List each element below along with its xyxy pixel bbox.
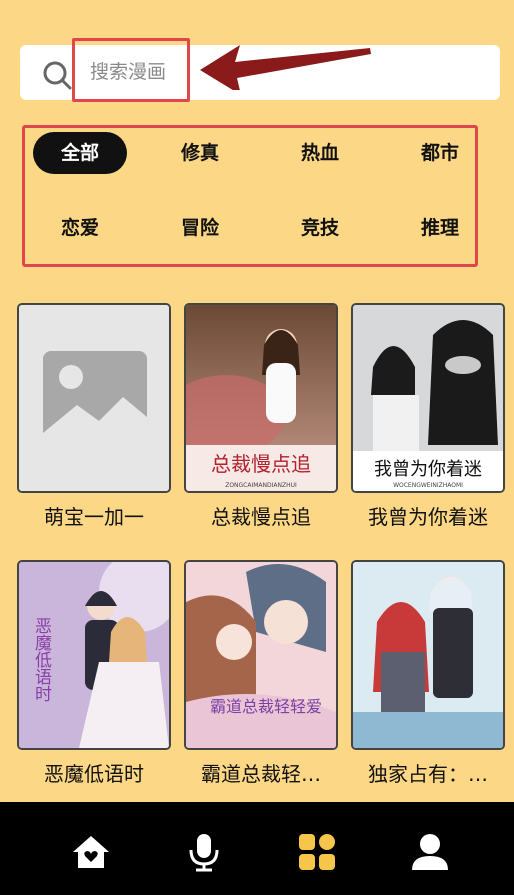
category-dushi[interactable]: 都市 bbox=[393, 132, 487, 174]
svg-text:我曾为你着迷: 我曾为你着迷 bbox=[374, 459, 482, 480]
category-rexue[interactable]: 热血 bbox=[273, 132, 367, 174]
svg-text:WOCENGWEINIZHAOMI: WOCENGWEINIZHAOMI bbox=[393, 482, 463, 489]
comic-cover[interactable]: 恶魔低语时 bbox=[17, 560, 171, 750]
comic-card[interactable]: 恶魔低语时 恶魔低语时 bbox=[17, 560, 171, 787]
category-tuili[interactable]: 推理 bbox=[393, 207, 487, 249]
svg-text:总裁慢点追: 总裁慢点追 bbox=[211, 452, 311, 476]
comic-card[interactable]: 萌宝一加一 bbox=[17, 303, 171, 530]
comic-title[interactable]: 萌宝一加一 bbox=[17, 501, 171, 530]
bottom-nav bbox=[0, 802, 514, 895]
image-placeholder-icon bbox=[19, 305, 169, 491]
comic-cover[interactable]: 霸道总裁轻轻爱 bbox=[184, 560, 338, 750]
svg-text:ZONGCAIMANDIANZHUI: ZONGCAIMANDIANZHUI bbox=[225, 482, 297, 489]
comic-card[interactable]: 我曾为你着迷 WOCENGWEINIZHAOMI 我曾为你着迷 bbox=[351, 303, 505, 530]
comic-card[interactable]: 独家占有：… bbox=[351, 560, 505, 787]
search-icon[interactable] bbox=[42, 60, 72, 90]
svg-text:恶魔低语时: 恶魔低语时 bbox=[31, 617, 52, 702]
category-jingji[interactable]: 竞技 bbox=[273, 207, 367, 249]
comic-cover[interactable]: 我曾为你着迷 WOCENGWEINIZHAOMI bbox=[351, 303, 505, 493]
comic-title[interactable]: 总裁慢点追 bbox=[184, 501, 338, 530]
cover-art: 我曾为你着迷 WOCENGWEINIZHAOMI bbox=[353, 305, 503, 491]
comic-cover[interactable]: 总裁慢点追 ZONGCAIMANDIANZHUI bbox=[184, 303, 338, 493]
grid-icon[interactable] bbox=[297, 832, 337, 872]
comic-cover-placeholder[interactable] bbox=[17, 303, 171, 493]
cover-art bbox=[353, 562, 503, 748]
category-maoxian[interactable]: 冒险 bbox=[153, 207, 247, 249]
category-all[interactable]: 全部 bbox=[33, 132, 127, 174]
category-lianai[interactable]: 恋爱 bbox=[33, 207, 127, 249]
search-highlight-box bbox=[72, 38, 190, 102]
cover-art: 恶魔低语时 bbox=[19, 562, 169, 748]
microphone-icon[interactable] bbox=[184, 832, 224, 872]
home-icon[interactable] bbox=[71, 832, 111, 872]
cover-art: 总裁慢点追 ZONGCAIMANDIANZHUI bbox=[186, 305, 336, 491]
comic-title[interactable]: 独家占有：… bbox=[351, 758, 505, 787]
comic-title[interactable]: 恶魔低语时 bbox=[17, 758, 171, 787]
category-xiuzhen[interactable]: 修真 bbox=[153, 132, 247, 174]
arrow-annotation-icon bbox=[200, 45, 371, 90]
user-icon[interactable] bbox=[410, 832, 450, 872]
comic-title[interactable]: 霸道总裁轻… bbox=[184, 758, 338, 787]
svg-text:霸道总裁轻轻爱: 霸道总裁轻轻爱 bbox=[210, 697, 322, 716]
comic-cover[interactable] bbox=[351, 560, 505, 750]
comic-card[interactable]: 霸道总裁轻轻爱 霸道总裁轻… bbox=[184, 560, 338, 787]
cover-art: 霸道总裁轻轻爱 bbox=[186, 562, 336, 748]
comic-title[interactable]: 我曾为你着迷 bbox=[351, 501, 505, 530]
comic-card[interactable]: 总裁慢点追 ZONGCAIMANDIANZHUI 总裁慢点追 bbox=[184, 303, 338, 530]
